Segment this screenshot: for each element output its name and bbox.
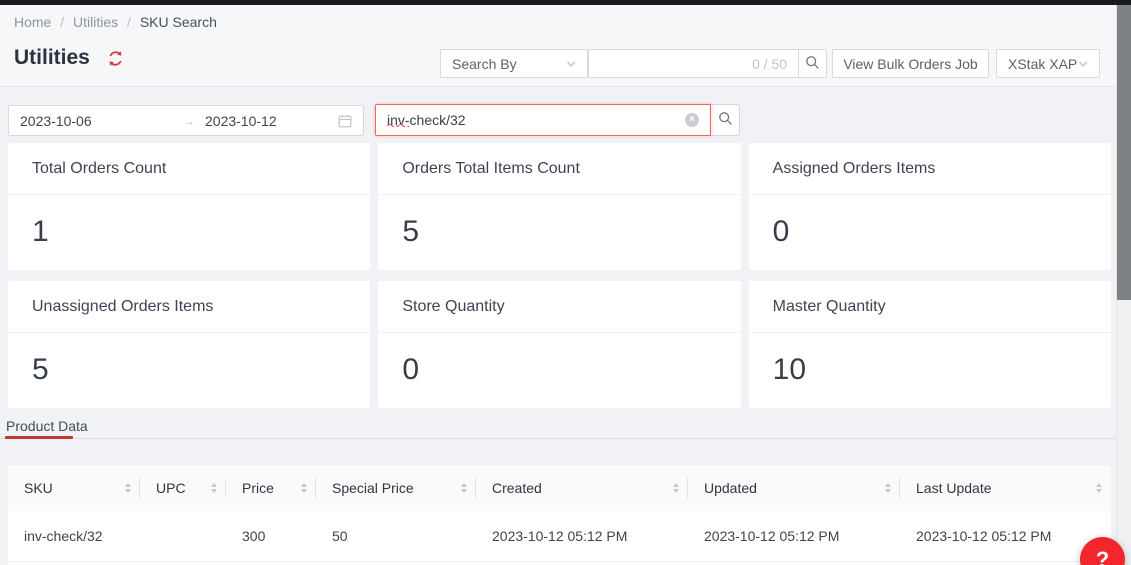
stat-card-value: 0 [749, 195, 1111, 269]
chevron-down-icon [1078, 59, 1088, 69]
sort-icon[interactable] [301, 483, 307, 493]
column-label: Last Update [916, 480, 992, 496]
help-button-label: ? [1096, 547, 1109, 565]
scrollbar-thumb[interactable] [1117, 5, 1131, 300]
spellcheck-underline [387, 114, 409, 130]
active-tab-indicator [5, 436, 73, 439]
breadcrumb-utilities[interactable]: Utilities [73, 14, 118, 30]
column-label: Updated [704, 480, 757, 496]
cell-special-price: 50 [316, 511, 476, 561]
page-header: Home / Utilities / SKU Search Utilities … [0, 5, 1116, 87]
clear-input-icon[interactable]: × [685, 113, 699, 127]
stat-card-assigned-orders-items: Assigned Orders Items 0 [749, 143, 1111, 270]
keyword-input[interactable]: 0 / 50 [588, 49, 799, 78]
cell-upc [140, 511, 226, 561]
column-label: Created [492, 480, 542, 496]
stat-card-value: 1 [8, 195, 370, 269]
window-top-bar [0, 0, 1131, 5]
cell-created: 2023-10-12 05:12 PM [476, 511, 688, 561]
sort-icon[interactable] [461, 483, 467, 493]
character-counter: 0 / 50 [752, 56, 787, 72]
sku-search-button[interactable] [710, 104, 740, 136]
view-bulk-orders-job-label: View Bulk Orders Job [843, 56, 977, 72]
sort-icon[interactable] [211, 483, 217, 493]
sort-icon[interactable] [885, 483, 891, 493]
stat-card-unassigned-orders-items: Unassigned Orders Items 5 [8, 281, 370, 408]
breadcrumb-separator: / [127, 14, 131, 30]
search-icon [718, 111, 733, 129]
stat-card-store-quantity: Store Quantity 0 [378, 281, 740, 408]
table-row[interactable]: inv-check/32 300 50 2023-10-12 05:12 PM … [8, 511, 1111, 562]
stat-card-orders-total-items-count: Orders Total Items Count 5 [378, 143, 740, 270]
stat-card-title: Assigned Orders Items [749, 143, 1111, 195]
search-icon [805, 55, 820, 73]
column-header-last-update[interactable]: Last Update [900, 465, 1111, 511]
column-label: Price [242, 480, 274, 496]
keyword-search-button[interactable] [798, 49, 827, 78]
stat-card-title: Unassigned Orders Items [8, 281, 370, 333]
cell-last-update: 2023-10-12 05:12 PM [900, 511, 1111, 561]
swap-right-icon: → [183, 114, 205, 128]
sku-search-input[interactable]: inv-check/32 × [375, 104, 711, 136]
stat-card-title: Store Quantity [378, 281, 740, 333]
breadcrumb-sku-search: SKU Search [140, 14, 217, 30]
column-label: UPC [156, 480, 186, 496]
cell-price: 300 [226, 511, 316, 561]
column-header-special-price[interactable]: Special Price [316, 465, 476, 511]
stat-card-total-orders-count: Total Orders Count 1 [8, 143, 370, 270]
chevron-down-icon [566, 59, 576, 69]
column-header-price[interactable]: Price [226, 465, 316, 511]
stat-card-title: Total Orders Count [8, 143, 370, 195]
stat-card-value: 5 [378, 195, 740, 269]
date-range-start[interactable]: 2023-10-06 [20, 113, 183, 129]
tab-divider [0, 438, 1116, 439]
stat-card-value: 10 [749, 333, 1111, 407]
column-header-created[interactable]: Created [476, 465, 688, 511]
search-by-value: Search By [452, 56, 517, 72]
date-range-end[interactable]: 2023-10-12 [205, 113, 338, 129]
cell-sku: inv-check/32 [8, 511, 140, 561]
product-data-table: SKU UPC Price Special Price Created Upda… [8, 465, 1111, 565]
breadcrumb-separator: / [60, 14, 64, 30]
page-title: Utilities [14, 46, 90, 70]
date-range-picker[interactable]: 2023-10-06 → 2023-10-12 [8, 105, 364, 136]
column-header-upc[interactable]: UPC [140, 465, 226, 511]
stat-card-value: 5 [8, 333, 370, 407]
sku-search-page: Home / Utilities / SKU Search Utilities … [0, 0, 1131, 565]
stats-grid: Total Orders Count 1 Orders Total Items … [8, 143, 1111, 408]
sort-icon[interactable] [673, 483, 679, 493]
tenant-select-value: XStak XAP [1008, 56, 1077, 72]
column-label: Special Price [332, 480, 414, 496]
title-row: Utilities [14, 46, 124, 70]
column-label: SKU [24, 480, 53, 496]
cell-updated: 2023-10-12 05:12 PM [688, 511, 900, 561]
sort-icon[interactable] [1096, 483, 1102, 493]
tenant-select[interactable]: XStak XAP [996, 49, 1100, 78]
column-header-updated[interactable]: Updated [688, 465, 900, 511]
stat-card-value: 0 [378, 333, 740, 407]
vertical-scrollbar[interactable] [1116, 0, 1131, 565]
refresh-icon[interactable] [107, 50, 124, 67]
calendar-icon [338, 114, 352, 128]
table-header-row: SKU UPC Price Special Price Created Upda… [8, 465, 1111, 511]
sort-icon[interactable] [125, 483, 131, 493]
breadcrumb-home[interactable]: Home [14, 14, 51, 30]
sku-search-group: inv-check/32 × [375, 104, 740, 136]
tab-product-data[interactable]: Product Data [6, 418, 88, 434]
column-header-sku[interactable]: SKU [8, 465, 140, 511]
stat-card-title: Master Quantity [749, 281, 1111, 333]
tab-bar: Product Data [0, 418, 1116, 440]
stat-card-master-quantity: Master Quantity 10 [749, 281, 1111, 408]
breadcrumb: Home / Utilities / SKU Search [14, 14, 217, 30]
view-bulk-orders-job-button[interactable]: View Bulk Orders Job [832, 49, 989, 78]
stat-card-title: Orders Total Items Count [378, 143, 740, 195]
search-by-select[interactable]: Search By [440, 49, 588, 78]
